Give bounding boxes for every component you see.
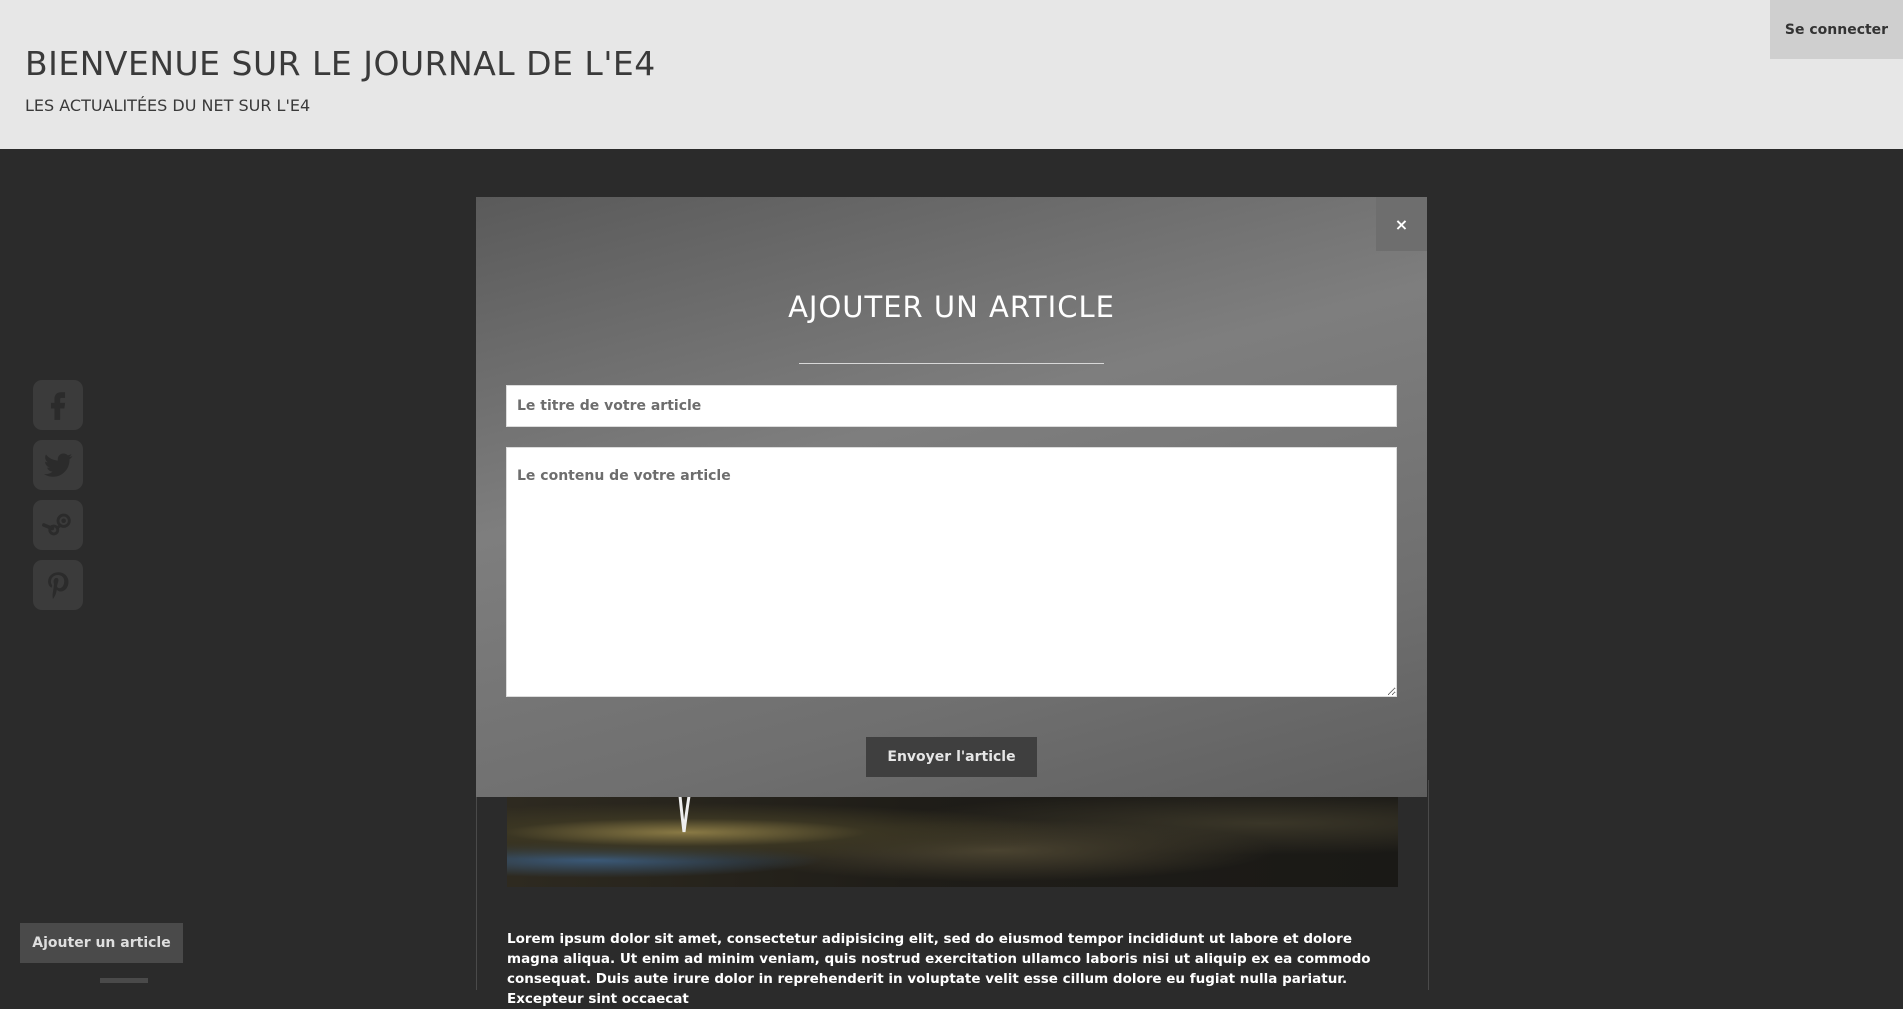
divider (799, 363, 1104, 364)
article-card: Lorem ipsum dolor sit amet, consectetur … (476, 780, 1429, 1007)
social-links (33, 380, 83, 620)
bottom-tab (100, 978, 148, 983)
steam-icon (42, 513, 71, 536)
modal-title: AJOUTER UN ARTICLE (788, 290, 1115, 324)
site-title: BIENVENUE SUR LE JOURNAL DE L'E4 (25, 44, 656, 83)
login-button[interactable]: Se connecter (1770, 0, 1903, 59)
sprout-graphic (678, 796, 691, 833)
article-body: Lorem ipsum dolor sit amet, consectetur … (507, 931, 1371, 1007)
submit-article-button[interactable]: Envoyer l'article (866, 737, 1037, 777)
pinterest-icon (48, 572, 69, 599)
article-title-input[interactable] (506, 385, 1397, 427)
site-subtitle: LES ACTUALITÉES DU NET SUR L'E4 (25, 96, 311, 115)
steam-link[interactable] (33, 500, 83, 550)
pinterest-link[interactable] (33, 560, 83, 610)
add-article-button[interactable]: Ajouter un article (20, 923, 183, 963)
add-article-modal: × AJOUTER UN ARTICLE Envoyer l'article (476, 197, 1427, 797)
twitter-link[interactable] (33, 440, 83, 490)
article-content-textarea[interactable] (506, 447, 1397, 697)
site-header: BIENVENUE SUR LE JOURNAL DE L'E4 LES ACT… (0, 0, 1903, 149)
close-icon[interactable]: × (1376, 197, 1427, 251)
article-image (507, 796, 1398, 887)
facebook-icon (50, 392, 66, 420)
facebook-link[interactable] (33, 380, 83, 430)
twitter-icon (43, 453, 73, 477)
